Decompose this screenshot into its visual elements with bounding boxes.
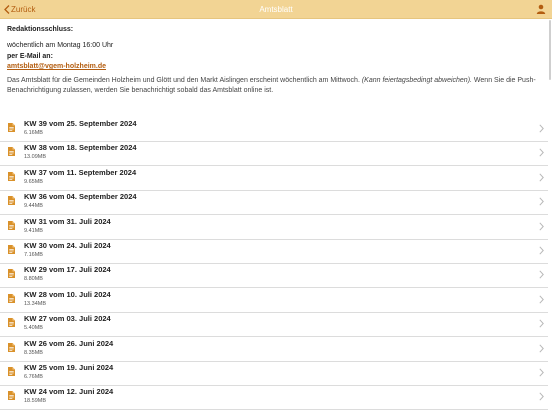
email-label: per E-Mail an: — [7, 53, 53, 60]
issue-title: KW 24 vom 12. Juni 2024 — [24, 387, 114, 397]
issue-title: KW 30 vom 24. Juli 2024 — [24, 241, 111, 250]
chevron-right-icon — [539, 392, 544, 401]
issue-size: 8.35MB — [24, 349, 43, 356]
list-item[interactable]: KW 38 vom 18. September 2024 13.09MB — [0, 141, 548, 167]
scrollbar[interactable] — [549, 20, 551, 80]
chevron-right-icon — [539, 344, 544, 353]
document-icon — [8, 196, 15, 206]
list-item[interactable]: KW 36 vom 04. September 2024 9.44MB — [0, 190, 548, 216]
issue-size: 7.16MB — [24, 252, 43, 258]
list-item[interactable]: KW 37 vom 11. September 2024 9.65MB — [0, 166, 548, 191]
list-item[interactable]: KW 31 vom 31. Juli 2024 9.41MB — [0, 215, 548, 240]
info-section: Redaktionsschluss: wöchentlich am Montag… — [0, 19, 552, 96]
list-item[interactable]: KW 29 vom 17. Juli 2024 8.80MB — [0, 263, 548, 289]
chevron-right-icon — [539, 222, 544, 231]
content-area: Redaktionsschluss: wöchentlich am Montag… — [0, 19, 552, 96]
issue-size: 5.40MB — [24, 325, 43, 332]
issue-title: KW 38 vom 18. September 2024 — [24, 143, 137, 153]
issue-title: KW 37 vom 11. September 2024 — [24, 167, 137, 177]
issue-size: 18.59MB — [24, 398, 47, 405]
issue-title: KW 25 vom 19. Juni 2024 — [24, 363, 114, 372]
list-item[interactable]: KW 39 vom 25. September 2024 6.16MB — [0, 117, 548, 142]
email-link[interactable]: amtsblatt@vgem-holzheim.de — [7, 63, 106, 70]
chevron-right-icon — [539, 173, 544, 182]
description-note: (Kann feiertagsbedingt abweichen). — [361, 77, 472, 84]
issue-title: KW 26 vom 26. Juni 2024 — [24, 338, 114, 348]
description-text-start: Das Amtsblatt für die Gemeinden Holzheim… — [7, 77, 362, 84]
issue-size: 13.09MB — [24, 154, 47, 161]
issue-title: KW 27 vom 03. Juli 2024 — [24, 314, 111, 324]
chevron-right-icon — [539, 295, 544, 304]
document-icon — [8, 245, 15, 254]
user-icon[interactable] — [536, 4, 546, 14]
issue-title: KW 29 vom 17. Juli 2024 — [24, 265, 111, 275]
document-icon — [8, 269, 15, 279]
chevron-right-icon — [539, 246, 544, 255]
chevron-right-icon — [539, 124, 544, 133]
chevron-right-icon — [539, 197, 544, 206]
chevron-right-icon — [539, 319, 544, 328]
issue-size: 9.41MB — [24, 227, 43, 234]
document-icon — [8, 147, 15, 157]
list-item[interactable]: KW 27 vom 03. Juli 2024 5.40MB — [0, 312, 548, 338]
deadline-value: wöchentlich am Montag 16:00 Uhr — [7, 42, 114, 49]
issue-title: KW 28 vom 10. Juli 2024 — [24, 289, 111, 299]
list-item[interactable]: KW 28 vom 10. Juli 2024 13.34MB — [0, 288, 548, 313]
document-icon — [8, 342, 15, 352]
issue-title: KW 31 vom 31. Juli 2024 — [24, 216, 111, 226]
document-icon — [8, 293, 15, 303]
issue-title: KW 39 vom 25. September 2024 — [24, 119, 137, 128]
page-title: Amtsblatt — [259, 4, 293, 14]
issue-size: 9.44MB — [24, 203, 43, 210]
list-item[interactable]: KW 26 vom 26. Juni 2024 8.35MB — [0, 337, 548, 362]
document-icon — [8, 220, 15, 230]
issue-size: 6.16MB — [24, 130, 43, 136]
chevron-right-icon — [539, 368, 544, 377]
issue-title: KW 36 vom 04. September 2024 — [24, 192, 137, 202]
document-icon — [8, 391, 15, 401]
description: Das Amtsblatt für die Gemeinden Holzheim… — [7, 76, 545, 96]
issue-size: 13.34MB — [24, 300, 47, 307]
issue-size: 9.65MB — [24, 178, 43, 185]
document-icon — [8, 318, 15, 328]
navigation-bar: Zurück Amtsblatt — [0, 0, 552, 19]
document-icon — [8, 171, 15, 181]
list-item[interactable]: KW 30 vom 24. Juli 2024 7.16MB — [0, 239, 548, 264]
deadline-label: Redaktionsschluss: — [7, 26, 74, 33]
list-item[interactable]: KW 24 vom 12. Juni 2024 18.59MB — [0, 385, 548, 411]
issue-size: 8.80MB — [24, 276, 43, 283]
list-item[interactable]: KW 25 vom 19. Juni 2024 6.76MB — [0, 361, 548, 386]
issue-size: 6.76MB — [24, 374, 43, 380]
document-icon — [8, 367, 15, 376]
document-icon — [8, 123, 15, 132]
chevron-right-icon — [539, 148, 544, 157]
chevron-right-icon — [539, 270, 544, 279]
